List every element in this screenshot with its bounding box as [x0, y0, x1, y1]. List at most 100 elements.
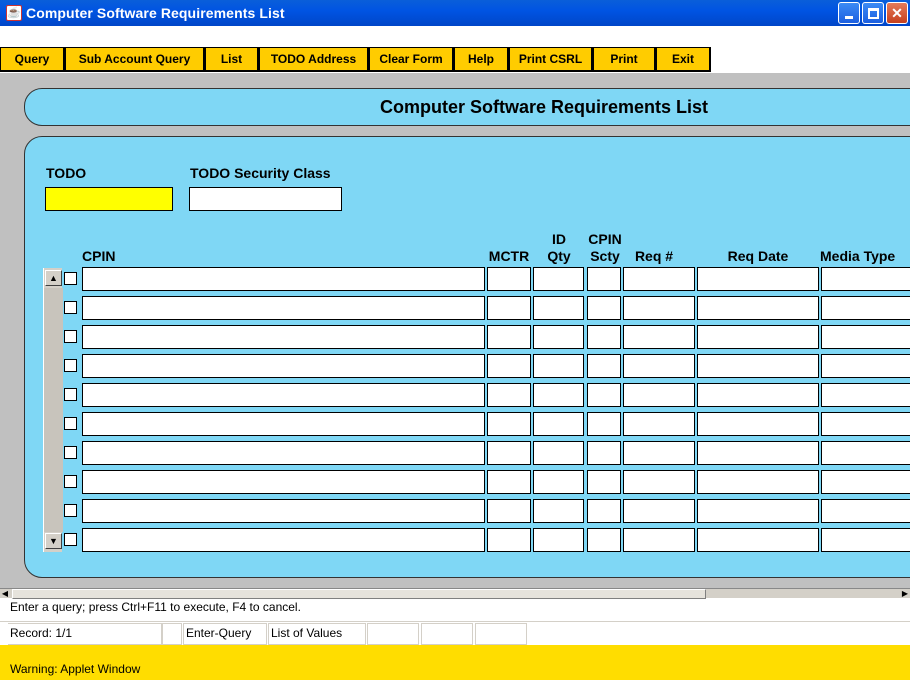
media-type-cell[interactable] [821, 383, 910, 407]
close-button[interactable]: ✕ [886, 2, 908, 24]
cpin-cell[interactable] [82, 383, 485, 407]
mctr-cell[interactable] [487, 470, 531, 494]
mctr-cell[interactable] [487, 441, 531, 465]
cpin-cell[interactable] [82, 325, 485, 349]
scroll-left-button[interactable]: ◀ [0, 589, 10, 599]
mctr-cell[interactable] [487, 499, 531, 523]
clear-form-button[interactable]: Clear Form [369, 47, 454, 72]
media-type-cell[interactable] [821, 354, 910, 378]
table-vertical-scrollbar[interactable]: ▲ ▼ [43, 268, 63, 552]
cpin-cell[interactable] [82, 528, 485, 552]
help-button[interactable]: Help [454, 47, 509, 72]
list-button[interactable]: List [205, 47, 259, 72]
row-select-checkbox[interactable] [64, 388, 77, 401]
id-qty-cell[interactable] [533, 499, 584, 523]
horizontal-scrollbar[interactable]: ◀ ▶ [0, 588, 910, 599]
req-num-cell[interactable] [623, 354, 695, 378]
req-num-cell[interactable] [623, 499, 695, 523]
req-num-cell[interactable] [623, 267, 695, 291]
cpin-cell[interactable] [82, 470, 485, 494]
cpin-cell[interactable] [82, 499, 485, 523]
cpin-cell[interactable] [82, 267, 485, 291]
req-num-cell[interactable] [623, 412, 695, 436]
cpin-cell[interactable] [82, 296, 485, 320]
row-select-checkbox[interactable] [64, 359, 77, 372]
row-select-checkbox[interactable] [64, 417, 77, 430]
id-qty-cell[interactable] [533, 296, 584, 320]
req-date-cell[interactable] [697, 499, 819, 523]
id-qty-cell[interactable] [533, 528, 584, 552]
mctr-cell[interactable] [487, 354, 531, 378]
maximize-button[interactable] [862, 2, 884, 24]
id-qty-cell[interactable] [533, 412, 584, 436]
cpin-scty-cell[interactable] [587, 441, 621, 465]
id-qty-cell[interactable] [533, 470, 584, 494]
media-type-cell[interactable] [821, 470, 910, 494]
id-qty-cell[interactable] [533, 325, 584, 349]
id-qty-cell[interactable] [533, 441, 584, 465]
req-date-cell[interactable] [697, 470, 819, 494]
todo-address-button[interactable]: TODO Address [259, 47, 369, 72]
media-type-cell[interactable] [821, 296, 910, 320]
row-select-checkbox[interactable] [64, 330, 77, 343]
row-select-checkbox[interactable] [64, 272, 77, 285]
media-type-cell[interactable] [821, 325, 910, 349]
req-num-cell[interactable] [623, 296, 695, 320]
print-csrl-button[interactable]: Print CSRL [509, 47, 593, 72]
row-select-checkbox[interactable] [64, 504, 77, 517]
todo-security-class-field[interactable] [189, 187, 342, 211]
row-select-checkbox[interactable] [64, 301, 77, 314]
media-type-cell[interactable] [821, 412, 910, 436]
cpin-scty-cell[interactable] [587, 528, 621, 552]
req-num-cell[interactable] [623, 528, 695, 552]
req-date-cell[interactable] [697, 267, 819, 291]
id-qty-cell[interactable] [533, 383, 584, 407]
scroll-track[interactable] [44, 288, 63, 532]
req-date-cell[interactable] [697, 383, 819, 407]
row-select-checkbox[interactable] [64, 446, 77, 459]
print-button[interactable]: Print [593, 47, 656, 72]
scroll-right-button[interactable]: ▶ [900, 589, 910, 599]
row-select-checkbox[interactable] [64, 533, 77, 546]
mctr-cell[interactable] [487, 412, 531, 436]
cpin-scty-cell[interactable] [587, 383, 621, 407]
query-button[interactable]: Query [0, 47, 65, 72]
req-date-cell[interactable] [697, 325, 819, 349]
media-type-cell[interactable] [821, 528, 910, 552]
req-date-cell[interactable] [697, 528, 819, 552]
id-qty-cell[interactable] [533, 267, 584, 291]
mctr-cell[interactable] [487, 325, 531, 349]
cpin-cell[interactable] [82, 354, 485, 378]
mctr-cell[interactable] [487, 296, 531, 320]
scroll-up-button[interactable]: ▲ [45, 270, 62, 286]
exit-button[interactable]: Exit [656, 47, 711, 72]
sub-account-query-button[interactable]: Sub Account Query [65, 47, 205, 72]
todo-field[interactable] [45, 187, 173, 211]
req-num-cell[interactable] [623, 441, 695, 465]
horizontal-scroll-thumb[interactable] [12, 589, 706, 599]
cpin-cell[interactable] [82, 412, 485, 436]
cpin-scty-cell[interactable] [587, 470, 621, 494]
cpin-scty-cell[interactable] [587, 354, 621, 378]
req-date-cell[interactable] [697, 441, 819, 465]
cpin-scty-cell[interactable] [587, 412, 621, 436]
req-date-cell[interactable] [697, 412, 819, 436]
req-num-cell[interactable] [623, 383, 695, 407]
req-num-cell[interactable] [623, 470, 695, 494]
cpin-scty-cell[interactable] [587, 267, 621, 291]
media-type-cell[interactable] [821, 441, 910, 465]
req-num-cell[interactable] [623, 325, 695, 349]
row-select-checkbox[interactable] [64, 475, 77, 488]
mctr-cell[interactable] [487, 383, 531, 407]
cpin-scty-cell[interactable] [587, 296, 621, 320]
scroll-down-button[interactable]: ▼ [45, 533, 62, 549]
mctr-cell[interactable] [487, 528, 531, 552]
media-type-cell[interactable] [821, 267, 910, 291]
req-date-cell[interactable] [697, 296, 819, 320]
id-qty-cell[interactable] [533, 354, 584, 378]
req-date-cell[interactable] [697, 354, 819, 378]
mctr-cell[interactable] [487, 267, 531, 291]
media-type-cell[interactable] [821, 499, 910, 523]
cpin-scty-cell[interactable] [587, 499, 621, 523]
cpin-scty-cell[interactable] [587, 325, 621, 349]
